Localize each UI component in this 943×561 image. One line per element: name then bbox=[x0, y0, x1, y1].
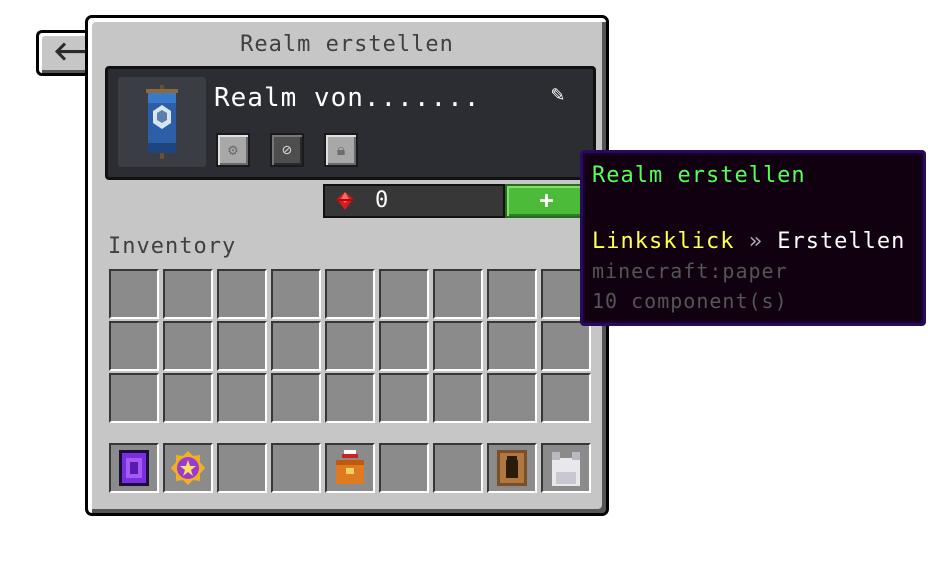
panel-title: Realm erstellen bbox=[240, 32, 454, 57]
hotbar-slot[interactable] bbox=[433, 443, 483, 493]
inventory-slot[interactable] bbox=[325, 321, 375, 371]
gem-counter: 0 bbox=[323, 184, 505, 218]
inventory-slot[interactable] bbox=[109, 269, 159, 319]
inventory-slot[interactable] bbox=[379, 321, 429, 371]
gear-icon: ⚙ bbox=[228, 140, 238, 159]
inventory-slot[interactable] bbox=[271, 321, 321, 371]
inventory-slot[interactable] bbox=[109, 373, 159, 423]
inventory-slot[interactable] bbox=[325, 373, 375, 423]
inventory-slot[interactable] bbox=[163, 269, 213, 319]
hotbar-slot[interactable] bbox=[271, 443, 321, 493]
inventory-grid bbox=[108, 268, 594, 424]
restrict-button[interactable]: ⊘ bbox=[270, 133, 304, 167]
tooltip: Realm erstellen Linksklick » Erstellen m… bbox=[580, 150, 926, 326]
banner-icon bbox=[146, 85, 178, 159]
inventory-slot[interactable] bbox=[217, 269, 267, 319]
inventory-slot[interactable] bbox=[163, 321, 213, 371]
settings-button[interactable]: ⚙ bbox=[216, 133, 250, 167]
no-entry-icon: ⊘ bbox=[282, 140, 292, 159]
hotbar-slot[interactable] bbox=[487, 443, 537, 493]
inventory-slot[interactable] bbox=[271, 373, 321, 423]
inventory-slot[interactable] bbox=[325, 269, 375, 319]
inventory-slot[interactable] bbox=[433, 269, 483, 319]
inventory-slot[interactable] bbox=[541, 321, 591, 371]
inventory-slot[interactable] bbox=[379, 373, 429, 423]
lunch-box-icon bbox=[336, 450, 364, 484]
inventory-slot[interactable] bbox=[379, 269, 429, 319]
tooltip-title: Realm erstellen bbox=[592, 163, 806, 188]
hotbar-slot[interactable] bbox=[217, 443, 267, 493]
realm-card: Realm von....... ✎ ⚙ ⊘ 🔒︎ bbox=[105, 66, 596, 180]
lock-icon: 🔒︎ bbox=[336, 140, 346, 159]
inventory-slot[interactable] bbox=[541, 373, 591, 423]
inventory-slot[interactable] bbox=[217, 321, 267, 371]
realm-create-panel: Realm erstellen Realm von....... ✎ ⚙ ⊘ 🔒… bbox=[85, 15, 609, 516]
hotbar-slot[interactable] bbox=[541, 443, 591, 493]
hotbar bbox=[108, 442, 594, 494]
tooltip-components: 10 component(s) bbox=[592, 289, 788, 313]
red-gem-icon bbox=[336, 192, 354, 210]
hotbar-slot[interactable] bbox=[109, 443, 159, 493]
inventory-slot[interactable] bbox=[109, 321, 159, 371]
pencil-icon[interactable]: ✎ bbox=[551, 83, 575, 107]
inventory-slot[interactable] bbox=[271, 269, 321, 319]
inventory-slot[interactable] bbox=[433, 321, 483, 371]
hotbar-slot[interactable] bbox=[379, 443, 429, 493]
inventory-slot[interactable] bbox=[487, 269, 537, 319]
realm-name[interactable]: Realm von....... bbox=[214, 83, 480, 113]
star-badge-icon bbox=[171, 451, 205, 485]
tooltip-action-key: Linksklick bbox=[592, 229, 735, 254]
tooltip-action: Linksklick » Erstellen bbox=[592, 229, 905, 254]
inventory-slot[interactable] bbox=[433, 373, 483, 423]
inventory-slot[interactable] bbox=[163, 373, 213, 423]
hotbar-slot[interactable] bbox=[325, 443, 375, 493]
hotbar-slot[interactable] bbox=[163, 443, 213, 493]
inventory-label: Inventory bbox=[108, 234, 237, 259]
inventory-slot[interactable] bbox=[487, 373, 537, 423]
tooltip-action-value: Erstellen bbox=[777, 229, 906, 254]
inventory-slot[interactable] bbox=[217, 373, 267, 423]
gem-count: 0 bbox=[375, 188, 390, 213]
iron-chestplate-icon bbox=[552, 452, 580, 486]
inventory-slot[interactable] bbox=[487, 321, 537, 371]
lock-button[interactable]: 🔒︎ bbox=[324, 133, 358, 167]
banner-slot[interactable] bbox=[118, 77, 206, 167]
nether-portal-icon bbox=[119, 450, 149, 486]
door-icon bbox=[497, 450, 527, 486]
add-gems-button[interactable]: + bbox=[505, 184, 589, 218]
tooltip-item-id: minecraft:paper bbox=[592, 259, 788, 283]
back-button[interactable]: 🡐 bbox=[36, 30, 123, 76]
tooltip-action-sep: » bbox=[748, 229, 763, 254]
